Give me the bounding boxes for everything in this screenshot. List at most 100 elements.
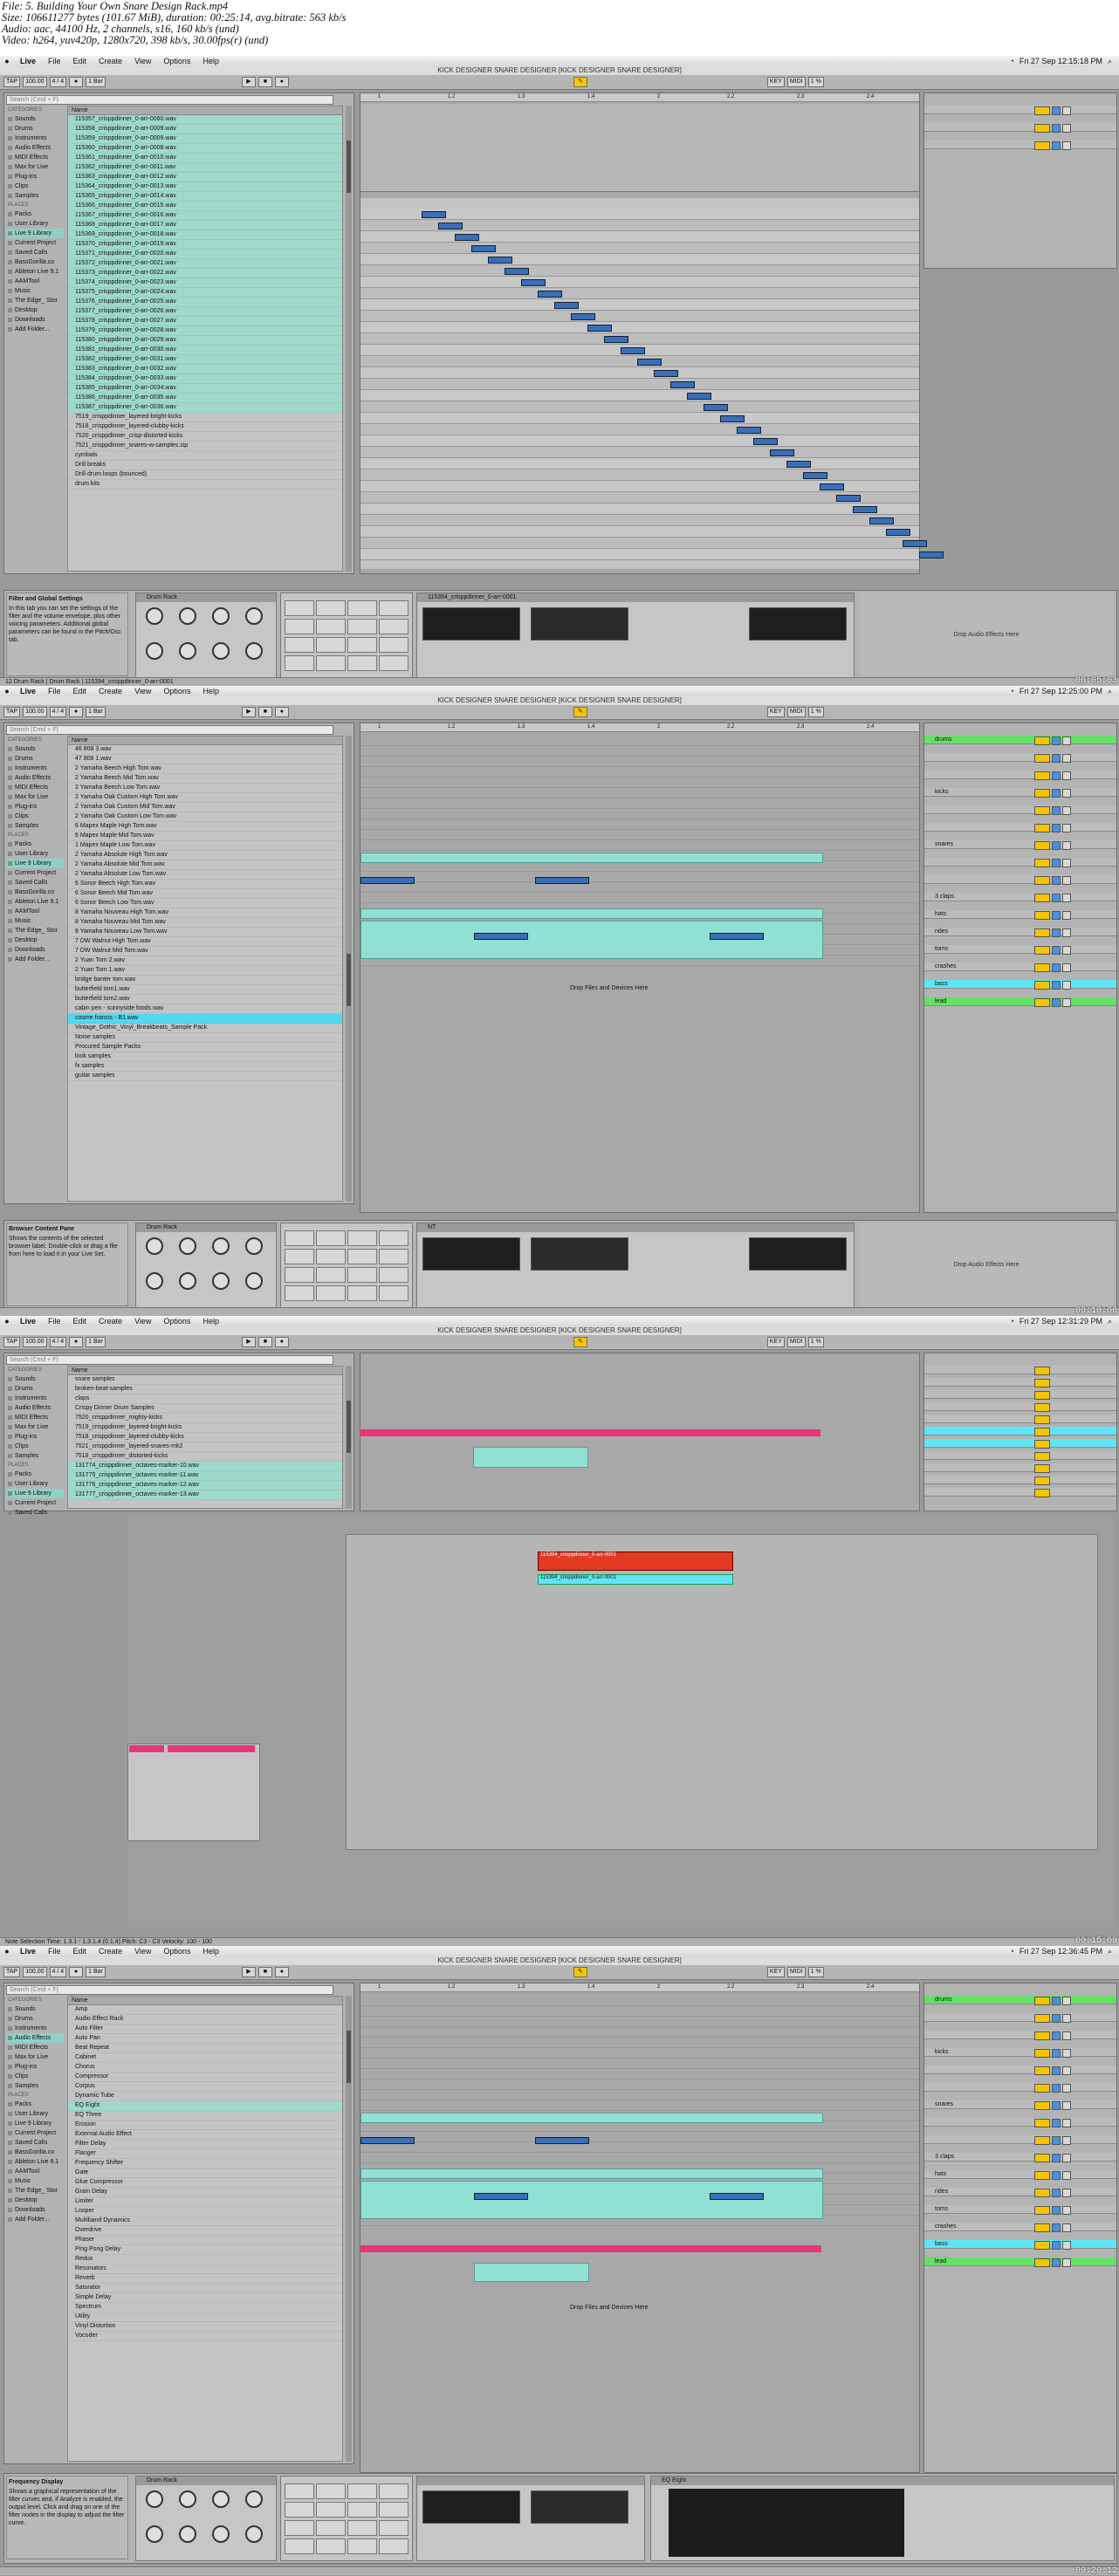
- solo-button[interactable]: [1052, 998, 1061, 1007]
- key-map-button[interactable]: KEY: [766, 1337, 785, 1347]
- macro-knob[interactable]: [206, 2524, 236, 2555]
- drum-pad[interactable]: [379, 1230, 408, 1246]
- mixer-track[interactable]: toms: [924, 2205, 1116, 2215]
- category-item[interactable]: Plug-ins: [6, 2062, 64, 2072]
- note-lane[interactable]: [360, 277, 919, 288]
- place-item[interactable]: AAMTool: [6, 277, 64, 286]
- category-item[interactable]: Clips: [6, 182, 64, 191]
- solo-button[interactable]: [1052, 2066, 1061, 2075]
- midi-note[interactable]: [687, 393, 711, 400]
- file-item[interactable]: 2 Yamaha Oak Custom Low Tom.wav: [68, 812, 342, 822]
- clip-note[interactable]: [474, 2193, 528, 2200]
- midi-note[interactable]: [438, 223, 463, 230]
- arm-button[interactable]: [1062, 876, 1071, 885]
- name-column-header[interactable]: Name: [68, 1997, 342, 2005]
- solo-button[interactable]: [1052, 894, 1061, 902]
- file-item[interactable]: bridge banter tom.wav: [68, 976, 342, 985]
- track-lane[interactable]: [360, 893, 919, 903]
- file-item[interactable]: guitar samples: [68, 1072, 342, 1081]
- mixer-track[interactable]: [924, 1427, 1116, 1436]
- file-item[interactable]: 6 Sonor Beech Mid Tom.wav: [68, 889, 342, 899]
- mixer-track[interactable]: drums: [924, 736, 1116, 745]
- arm-button[interactable]: [1062, 2066, 1071, 2075]
- track-lane[interactable]: [360, 1996, 919, 2006]
- clip-note[interactable]: [360, 2137, 415, 2144]
- file-item[interactable]: Frequency Shifter: [68, 2159, 342, 2168]
- rack-title[interactable]: Drum Rack: [136, 593, 276, 602]
- menu-item[interactable]: File: [42, 687, 67, 695]
- drum-pad[interactable]: [347, 637, 377, 653]
- clip-note[interactable]: [360, 877, 415, 884]
- place-item[interactable]: Live 9 Library: [6, 2119, 64, 2128]
- place-item[interactable]: Current Project: [6, 238, 64, 248]
- place-item[interactable]: Live 9 Library: [6, 229, 64, 238]
- track-activator[interactable]: [1034, 2101, 1050, 2110]
- drum-pad[interactable]: [347, 2484, 377, 2499]
- tap-button[interactable]: TAP: [3, 1967, 21, 1977]
- place-item[interactable]: User Library: [6, 2109, 64, 2119]
- file-item[interactable]: EQ Eight: [68, 2101, 342, 2111]
- note-lane[interactable]: [360, 288, 919, 299]
- arm-button[interactable]: [1062, 963, 1071, 972]
- file-item[interactable]: 115380_crisppdinner_0-arr-0029.wav: [68, 336, 342, 346]
- drum-pad[interactable]: [347, 2520, 377, 2536]
- menu-item[interactable]: Help: [196, 1947, 225, 1956]
- track-activator[interactable]: [1034, 1464, 1050, 1473]
- midi-note[interactable]: [919, 552, 944, 558]
- drum-pad[interactable]: [316, 655, 346, 671]
- sample-display[interactable]: [422, 607, 520, 641]
- place-item[interactable]: AAMTool: [6, 2167, 64, 2176]
- macro-knob[interactable]: [140, 2524, 169, 2555]
- note-lane[interactable]: [360, 515, 919, 526]
- drum-pad[interactable]: [379, 600, 408, 616]
- arm-button[interactable]: [1062, 736, 1071, 745]
- apple-icon[interactable]: ●: [0, 57, 14, 65]
- frequency-display[interactable]: [669, 2489, 904, 2557]
- selected-midi-note[interactable]: 115394_crisppdinner_0-arr-0001: [538, 1552, 733, 1571]
- track-lane[interactable]: [360, 2069, 919, 2079]
- midi-note[interactable]: [670, 381, 695, 388]
- file-item[interactable]: 7 DW Walnut High Tom.wav: [68, 937, 342, 947]
- file-item[interactable]: 115360_crisppdinner_0-arr-0008.wav: [68, 144, 342, 154]
- track-lane[interactable]: [360, 872, 919, 882]
- track-activator[interactable]: [1034, 771, 1050, 780]
- category-item[interactable]: Clips: [6, 2072, 64, 2081]
- solo-button[interactable]: [1052, 2241, 1061, 2250]
- midi-map-button[interactable]: MIDI: [786, 77, 806, 87]
- category-item[interactable]: Drums: [6, 124, 64, 134]
- drum-pad[interactable]: [316, 2538, 346, 2554]
- category-item[interactable]: Sounds: [6, 1374, 64, 1384]
- file-item[interactable]: 2 Yuan Tom 1.wav: [68, 966, 342, 976]
- file-item[interactable]: 115377_crisppdinner_0-arr-0026.wav: [68, 307, 342, 317]
- arm-button[interactable]: [1062, 106, 1071, 115]
- audio-effects-drop-zone[interactable]: Drop Audio Effects Here: [860, 1223, 1113, 1306]
- arm-button[interactable]: [1062, 2031, 1071, 2040]
- macro-knob[interactable]: [206, 1236, 236, 1267]
- menu-item[interactable]: View: [128, 57, 157, 65]
- place-item[interactable]: Ableton Live 9.1: [6, 897, 64, 907]
- category-item[interactable]: MIDI Effects: [6, 1413, 64, 1422]
- file-item[interactable]: 131774_crisppdinner_octaves-marker-10.wa…: [68, 1462, 342, 1471]
- mixer-track[interactable]: crashes: [924, 963, 1116, 972]
- track-activator[interactable]: [1034, 859, 1050, 867]
- name-column-header[interactable]: Name: [68, 736, 342, 745]
- place-item[interactable]: Add Folder...: [6, 325, 64, 334]
- category-item[interactable]: Instruments: [6, 1394, 64, 1403]
- place-item[interactable]: Saved Calls: [6, 248, 64, 257]
- track-activator[interactable]: [1034, 141, 1050, 150]
- file-item[interactable]: EQ Three: [68, 2111, 342, 2120]
- note-lane[interactable]: [360, 504, 919, 515]
- mixer-track[interactable]: drums: [924, 1996, 1116, 2005]
- midi-note[interactable]: [654, 370, 678, 377]
- file-item[interactable]: Chorus: [68, 2063, 342, 2072]
- track-activator[interactable]: [1034, 2189, 1050, 2197]
- name-column-header[interactable]: Name: [68, 106, 342, 115]
- track-activator[interactable]: [1034, 2241, 1050, 2250]
- metronome-icon[interactable]: ●: [69, 707, 84, 717]
- tap-button[interactable]: TAP: [3, 77, 21, 87]
- solo-button[interactable]: [1052, 2031, 1061, 2040]
- menu-item[interactable]: Create: [93, 687, 128, 695]
- tap-button[interactable]: TAP: [3, 1337, 21, 1347]
- file-item[interactable]: Drill drum loops (bounced): [68, 470, 342, 480]
- file-item[interactable]: 7519_crisppdinner_layered-bright-kicks: [68, 1423, 342, 1433]
